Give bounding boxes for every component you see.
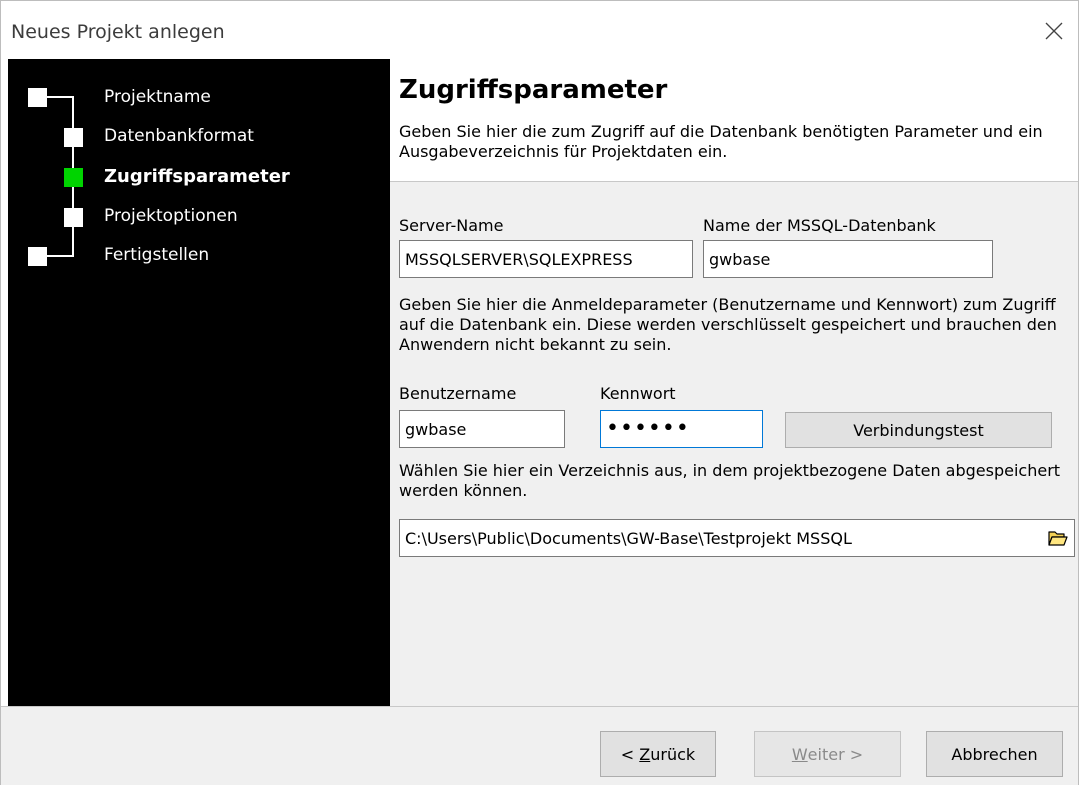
cancel-button[interactable]: Abbrechen [926,731,1063,777]
step-projektoptionen: Projektoptionen [104,206,238,226]
connection-test-button[interactable]: Verbindungstest [785,412,1052,448]
step-zugriffsparameter: Zugriffsparameter [104,166,290,187]
browse-folder-button[interactable] [1045,525,1071,551]
folder-open-icon [1048,531,1068,546]
directory-info-text: Wählen Sie hier ein Verzeichnis aus, in … [399,461,1061,500]
server-name-input[interactable]: MSSQLSERVER\SQLEXPRESS [399,240,693,278]
database-name-label: Name der MSSQL-Datenbank [703,216,936,235]
directory-input[interactable]: C:\Users\Public\Documents\GW-Base\Testpr… [399,519,1075,557]
back-button-prefix: < [620,744,640,764]
step-marker-projektoptionen [64,208,83,227]
dialog-footer: < Zurück Weiter > Abbrechen [1,706,1078,785]
title-bar[interactable]: Neues Projekt anlegen [1,1,1078,59]
next-button-mnemonic: W [791,744,808,764]
server-name-label: Server-Name [399,216,504,235]
tree-connector [47,96,74,98]
window-title: Neues Projekt anlegen [11,21,225,43]
back-button[interactable]: < Zurück [600,731,716,777]
close-button[interactable] [1036,13,1072,49]
back-button-mnemonic: Z [639,744,651,764]
step-marker-zugriffsparameter [64,168,83,187]
page-header: Zugriffsparameter Geben Sie hier die zum… [390,59,1078,182]
database-name-input[interactable]: gwbase [703,240,993,278]
step-datenbankformat: Datenbankformat [104,126,254,146]
step-marker-datenbankformat [64,128,83,147]
next-button[interactable]: Weiter > [754,731,901,777]
credentials-info-text: Geben Sie hier die Anmeldeparameter (Ben… [399,295,1057,354]
tree-connector [47,255,74,257]
page-description: Geben Sie hier die zum Zugriff auf die D… [399,122,1043,161]
back-button-label: urück [650,744,696,764]
username-input[interactable]: gwbase [399,410,565,448]
username-label: Benutzername [399,384,517,403]
dialog-window: Neues Projekt anlegen Projektname Datenb… [0,0,1079,785]
step-marker-projektname [28,88,47,107]
directory-path: C:\Users\Public\Documents\GW-Base\Testpr… [405,528,852,548]
close-icon [1045,22,1063,40]
password-input[interactable]: •••••• [600,410,763,448]
wizard-steps-panel: Projektname Datenbankformat Zugriffspara… [8,59,390,706]
next-button-label: eiter > [807,744,864,764]
page-title: Zugriffsparameter [399,75,668,105]
password-label: Kennwort [600,384,676,403]
main-panel: Zugriffsparameter Geben Sie hier die zum… [390,59,1078,706]
step-fertigstellen: Fertigstellen [104,245,210,265]
step-marker-fertigstellen [28,247,47,266]
password-mask: •••••• [606,416,690,441]
step-projektname: Projektname [104,87,211,107]
